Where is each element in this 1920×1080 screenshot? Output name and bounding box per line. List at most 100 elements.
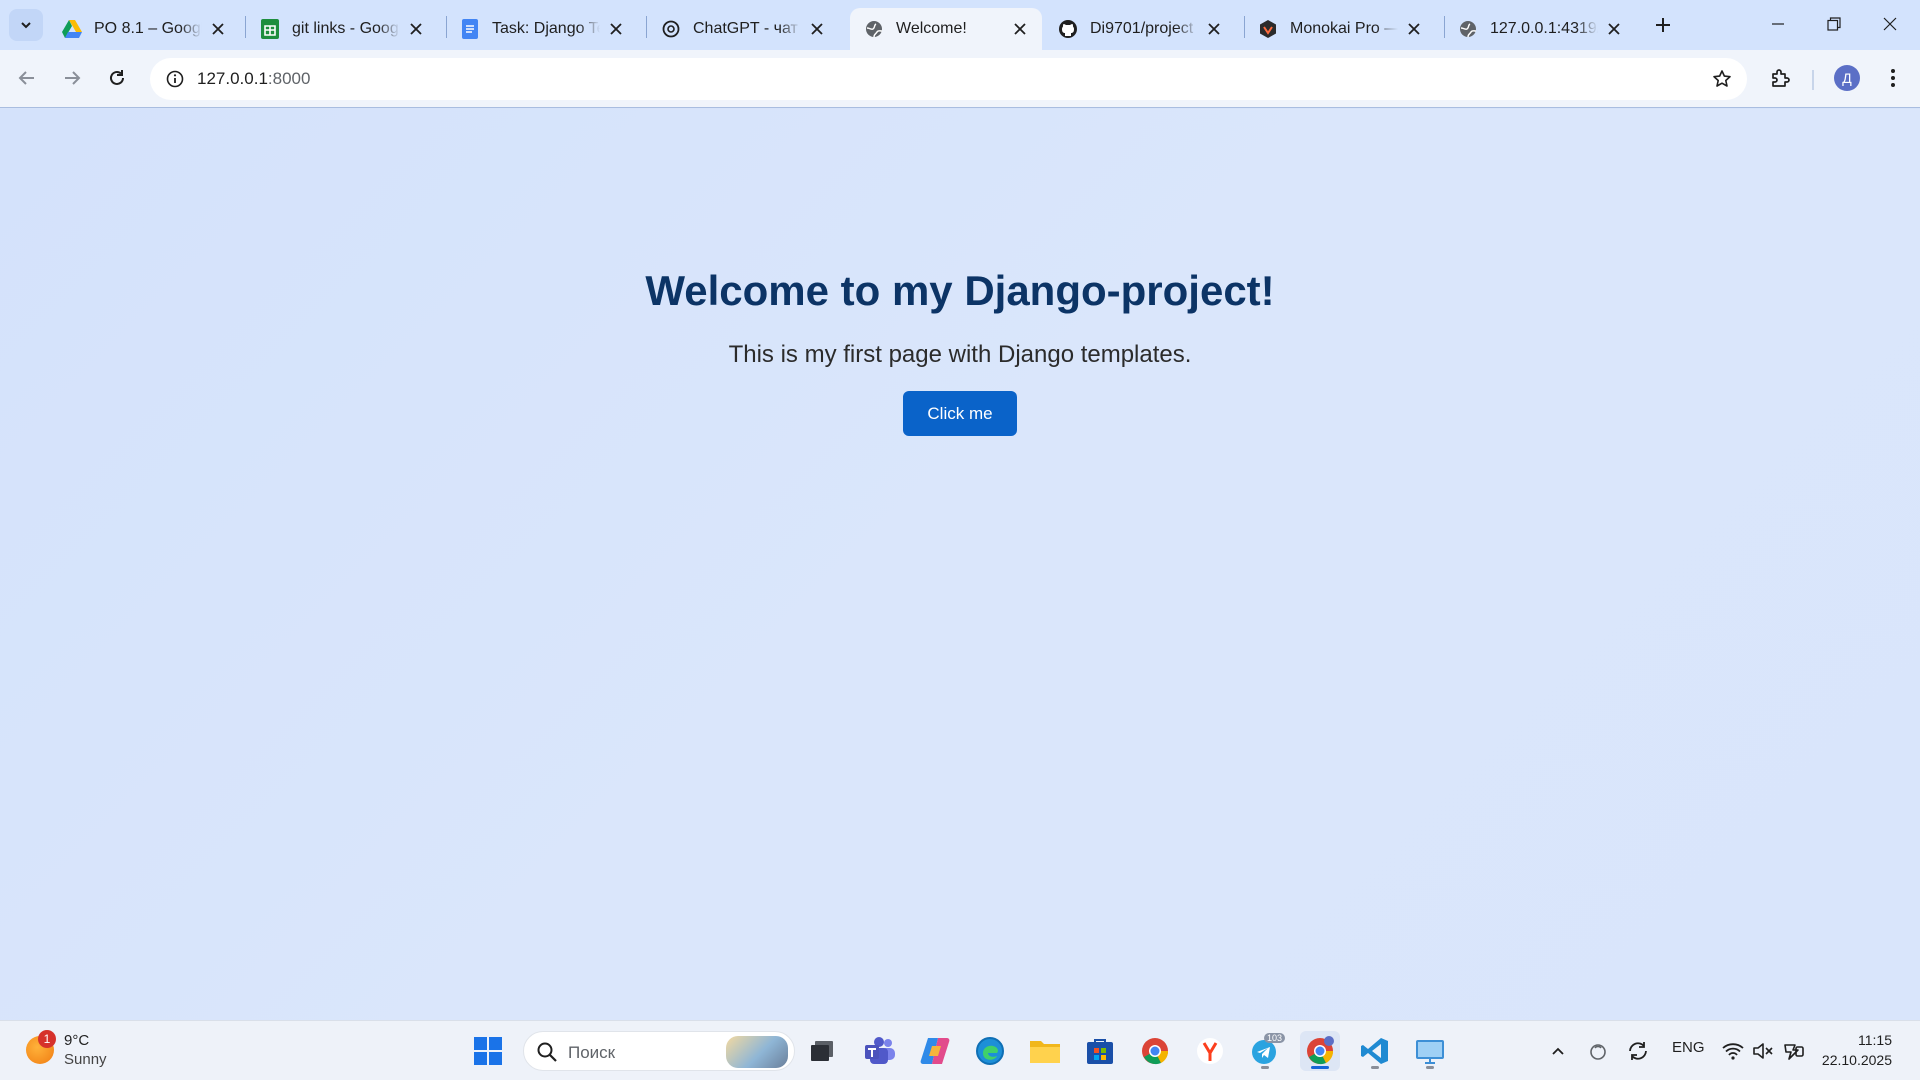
close-icon[interactable]: [606, 19, 626, 39]
weather-widget[interactable]: 1 9°C Sunny: [26, 1030, 107, 1069]
tray-app-button[interactable]: [1578, 1031, 1618, 1071]
github-icon: [1058, 19, 1078, 39]
close-window-button[interactable]: [1862, 0, 1918, 48]
tab-task-django[interactable]: Task: Django Ten: [446, 8, 638, 50]
tab-monokai[interactable]: Monokai Pro —: [1244, 8, 1436, 50]
new-tab-button[interactable]: [1647, 10, 1679, 40]
remote-desktop-app[interactable]: [1410, 1031, 1450, 1071]
close-icon[interactable]: [1010, 19, 1030, 39]
reload-icon: [110, 70, 124, 85]
tab-title: ChatGPT - чат: [693, 20, 798, 37]
close-icon[interactable]: [807, 19, 827, 39]
teams-app[interactable]: [860, 1031, 900, 1071]
globe-icon: [1458, 19, 1478, 39]
windows-taskbar: 1 9°C Sunny Поиск 103 ENG 11:15 22.10.20…: [0, 1020, 1920, 1080]
weather-temp: 9°C: [64, 1032, 90, 1049]
minimize-button[interactable]: [1750, 0, 1806, 48]
vscode-app[interactable]: [1355, 1031, 1395, 1071]
chrome-icon: [1142, 1038, 1169, 1065]
profile-avatar[interactable]: Д: [1834, 65, 1860, 91]
language-indicator[interactable]: ENG: [1672, 1039, 1705, 1056]
chrome-app[interactable]: [1135, 1031, 1175, 1071]
copilot-app[interactable]: [915, 1031, 955, 1071]
start-button[interactable]: [468, 1031, 508, 1071]
active-indicator: [1311, 1066, 1329, 1069]
google-sheets-icon: [260, 19, 280, 39]
running-indicator: [1261, 1066, 1269, 1069]
site-info-icon[interactable]: [160, 64, 190, 94]
telegram-app[interactable]: 103: [1245, 1031, 1285, 1071]
tab-title: git links - Google: [292, 20, 400, 37]
restore-icon: [1827, 17, 1841, 31]
tab-title: Monokai Pro —: [1290, 20, 1398, 37]
running-indicator: [1371, 1066, 1379, 1069]
weather-condition: Sunny: [64, 1051, 107, 1068]
clock-date: 22.10.2025: [1821, 1052, 1892, 1068]
toolbar-divider: [1812, 70, 1814, 90]
telegram-badge: 103: [1263, 1033, 1285, 1043]
task-view-button[interactable]: [802, 1031, 842, 1071]
close-icon[interactable]: [406, 19, 426, 39]
store-app[interactable]: [1080, 1031, 1120, 1071]
close-icon[interactable]: [1604, 19, 1624, 39]
edge-app[interactable]: [970, 1031, 1010, 1071]
system-clock[interactable]: 11:15 22.10.2025: [1812, 1030, 1892, 1070]
show-hidden-icons-button[interactable]: [1538, 1031, 1578, 1071]
search-placeholder: Поиск: [568, 1043, 616, 1062]
arrow-left-icon: [18, 71, 34, 85]
url-port: :8000: [267, 69, 311, 88]
file-explorer-app[interactable]: [1025, 1031, 1065, 1071]
extensions-button[interactable]: [1762, 59, 1800, 97]
forward-button[interactable]: [53, 59, 91, 97]
page-heading: Welcome to my Django-project!: [645, 267, 1275, 314]
plus-icon: [1656, 18, 1670, 32]
close-icon[interactable]: [1204, 19, 1224, 39]
teams-icon: [865, 1037, 895, 1064]
page-subtitle: This is my first page with Django templa…: [728, 341, 1192, 368]
edge-icon: [976, 1037, 1004, 1065]
battery-charging-icon: [1784, 1044, 1804, 1060]
tab-github-project[interactable]: Di9701/project: [1044, 8, 1236, 50]
tab-welcome[interactable]: Welcome!: [850, 8, 1042, 50]
kebab-menu-icon: [1891, 69, 1895, 87]
address-bar[interactable]: 127.0.0.1:8000: [150, 58, 1747, 100]
yandex-browser-app[interactable]: [1190, 1031, 1230, 1071]
refresh-icon: [1629, 1042, 1647, 1060]
taskbar-search[interactable]: Поиск: [523, 1031, 795, 1071]
tab-title: PO 8.1 – Google: [94, 20, 202, 37]
folder-icon: [1030, 1041, 1060, 1063]
close-icon[interactable]: [208, 19, 228, 39]
chevron-down-icon: [21, 22, 31, 29]
tab-localhost-4319[interactable]: 127.0.0.1:4319/: [1444, 8, 1636, 50]
clock-time: 11:15: [1858, 1032, 1892, 1048]
tab-chatgpt[interactable]: ChatGPT - чат: [647, 8, 839, 50]
click-me-button[interactable]: Click me: [903, 391, 1017, 436]
google-docs-icon: [460, 19, 480, 39]
bookmark-star-icon[interactable]: [1707, 64, 1737, 94]
puzzle-icon: [1772, 69, 1790, 87]
chrome-profile-app[interactable]: [1300, 1031, 1340, 1071]
reload-button[interactable]: [98, 59, 136, 97]
restore-button[interactable]: [1806, 0, 1862, 48]
tab-git-links[interactable]: git links - Google: [246, 8, 438, 50]
battery-status[interactable]: [1773, 1031, 1813, 1071]
chevron-up-icon: [1552, 1047, 1564, 1055]
menu-button[interactable]: [1874, 59, 1912, 97]
wifi-icon: [1722, 1043, 1744, 1060]
store-icon: [1087, 1039, 1113, 1064]
url-host: 127.0.0.1: [197, 69, 268, 88]
tab-title: Welcome!: [896, 20, 967, 37]
browser-toolbar: 127.0.0.1:8000 Д: [0, 50, 1920, 108]
vscode-icon: [1361, 1038, 1388, 1064]
tab-title: 127.0.0.1:4319/: [1490, 20, 1598, 37]
close-icon[interactable]: [1404, 19, 1424, 39]
notification-badge: 1: [38, 1030, 56, 1048]
task-view-icon: [811, 1041, 833, 1061]
google-drive-icon: [62, 19, 82, 39]
back-button[interactable]: [8, 59, 46, 97]
copilot-icon: [920, 1038, 950, 1064]
tab-po-8-1[interactable]: PO 8.1 – Google: [48, 8, 240, 50]
tab-search-button[interactable]: [9, 9, 43, 41]
chatgpt-icon: [661, 19, 681, 39]
update-status-button[interactable]: [1618, 1031, 1658, 1071]
